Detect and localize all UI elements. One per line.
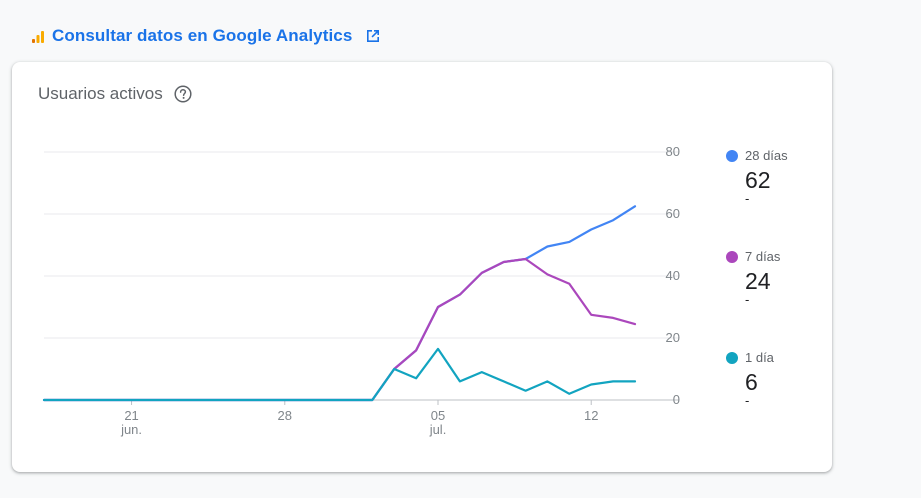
legend-name: 28 días bbox=[745, 148, 788, 163]
active-users-chart: 0 20 40 60 80 21jun. 28 05jul. 12 bbox=[42, 144, 680, 437]
legend-item-7-days: 7 días 24 - bbox=[726, 249, 826, 307]
chart-legend: 28 días 62 - bbox=[726, 148, 826, 206]
series-line bbox=[42, 205, 637, 402]
chart-legend-7: 7 días 24 - bbox=[726, 249, 826, 307]
legend-change: - bbox=[745, 191, 750, 206]
y-tick-label: 40 bbox=[666, 268, 680, 283]
legend-change: - bbox=[745, 292, 750, 307]
y-tick-label: 80 bbox=[666, 144, 680, 159]
chart-legend-1: 1 día 6 - bbox=[726, 350, 826, 408]
google-analytics-link-label: Consultar datos en Google Analytics bbox=[52, 26, 353, 45]
google-analytics-link[interactable]: Consultar datos en Google Analytics bbox=[30, 26, 382, 46]
legend-item-1-day: 1 día 6 - bbox=[726, 350, 826, 408]
x-tick-label: 05 bbox=[431, 408, 445, 423]
open-in-new-icon bbox=[367, 30, 380, 42]
y-tick-label: 0 bbox=[673, 392, 680, 407]
legend-dot bbox=[726, 250, 738, 263]
legend-name: 7 días bbox=[745, 249, 781, 264]
y-tick-label: 60 bbox=[666, 206, 680, 221]
legend-change: - bbox=[745, 393, 750, 408]
legend-dot bbox=[726, 351, 738, 364]
y-tick-label: 20 bbox=[666, 330, 680, 345]
legend-value: 62 bbox=[745, 167, 771, 193]
x-tick-label: 21 bbox=[124, 408, 138, 423]
series-line bbox=[42, 257, 637, 402]
x-tick-label: 12 bbox=[584, 408, 598, 423]
analytics-icon bbox=[32, 31, 44, 43]
legend-value: 24 bbox=[745, 268, 771, 294]
legend-name: 1 día bbox=[745, 350, 774, 365]
active-users-card: Usuarios activos 0 20 40 60 80 21 jun. 28 05 jul.… bbox=[12, 62, 832, 472]
legend-value: 6 bbox=[745, 369, 758, 395]
x-tick-sublabel: jun. bbox=[120, 422, 142, 437]
legend-dot bbox=[726, 149, 738, 162]
legend-item-28-days: 28 días 62 - bbox=[726, 148, 826, 206]
x-tick-label: 28 bbox=[278, 408, 292, 423]
x-tick-sublabel: jul. bbox=[429, 422, 447, 437]
series-line bbox=[42, 347, 637, 402]
